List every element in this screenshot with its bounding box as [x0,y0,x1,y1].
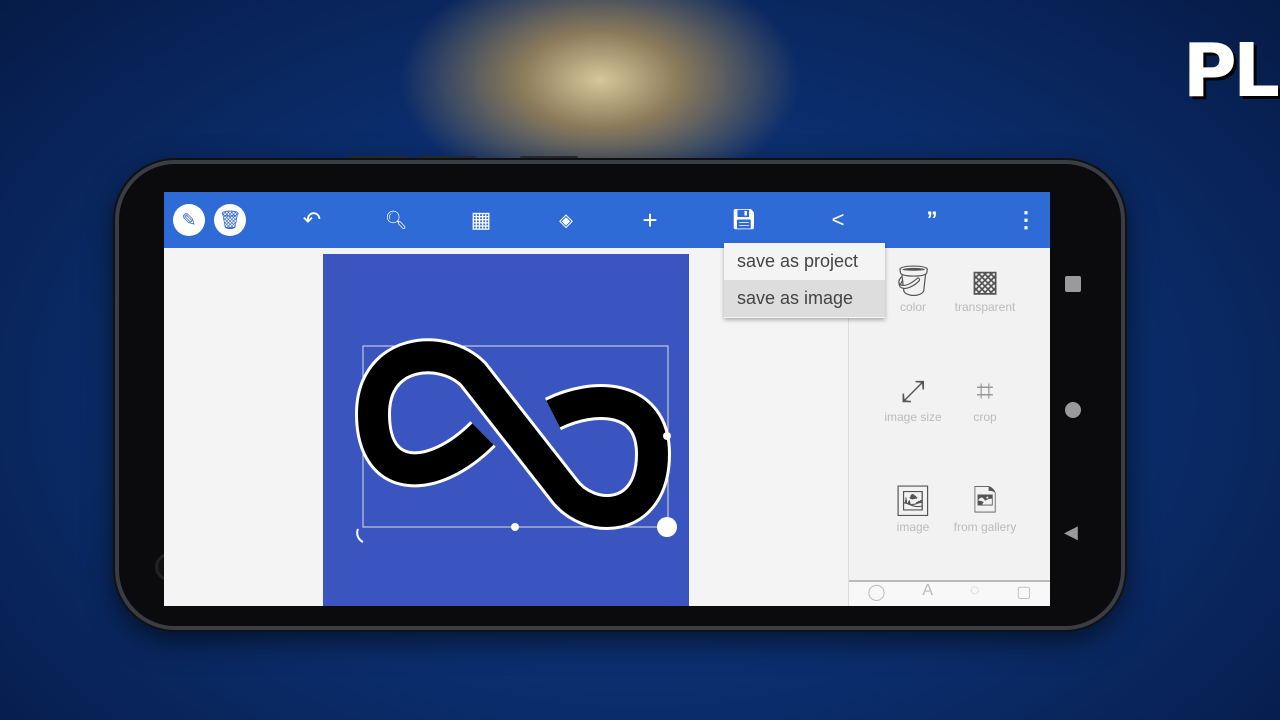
tool-image-size[interactable]: ⤢ image size [873,374,953,425]
grid-icon[interactable]: ▦ [465,204,497,236]
toolbar: ✎ 🗑 ↶ 🔍︎ ▦ ◈ + 💾︎ < ” ⋮ [164,192,1050,248]
crop-icon: ⌗ [976,375,994,408]
tool-from-gallery[interactable]: 🖻 from gallery [945,484,1025,535]
add-icon[interactable]: + [634,204,666,236]
infinity-logo-layer[interactable] [323,254,689,606]
undo-icon[interactable]: ↶ [296,204,328,236]
channel-logo: PL [1182,28,1280,114]
text-tab-icon[interactable]: A [922,582,933,606]
tool-crop[interactable]: ⌗ crop [945,374,1025,425]
save-as-image-item[interactable]: save as image [724,280,885,317]
paint-bucket-icon: 🪣︎ [893,265,933,298]
resize-handle [657,517,677,537]
pencil-icon[interactable]: ✎ [173,204,205,236]
layers-icon[interactable]: ◈ [550,204,582,236]
checkerboard-icon: ▩ [970,265,1000,298]
save-icon[interactable]: 💾︎ [728,204,760,236]
quote-icon[interactable]: ” [916,204,948,236]
back-nav-icon[interactable]: ◀ [1064,522,1078,543]
trash-icon[interactable]: 🗑 [214,204,246,236]
frame-tab-icon[interactable]: ◌ [970,582,980,606]
zoom-icon[interactable]: 🔍︎ [380,204,412,236]
app-screen: ✎ 🗑 ↶ 🔍︎ ▦ ◈ + 💾︎ < ” ⋮ 🪣︎ color ▩ transpa… [164,192,1050,606]
tool-transparent[interactable]: ▩ transparent [945,264,1025,315]
more-icon[interactable]: ⋮ [1010,204,1042,236]
panel-tabs: ◯ A ◌ ▢ [849,580,1050,606]
tool-image[interactable]: 🖼︎ image [873,484,953,535]
save-dropdown: save as project save as image [724,243,885,318]
image-icon: 🖼︎ [893,485,933,518]
tool-color[interactable]: 🪣︎ color [873,264,953,315]
home-nav-icon[interactable] [1065,402,1081,418]
drawing-canvas[interactable] [323,254,689,606]
resize-icon: ⤢ [901,375,925,408]
gallery-icon: 🖻 [972,485,998,518]
recents-nav-icon[interactable] [1065,276,1081,292]
shape-tab-icon[interactable]: ◯ [867,582,885,606]
save-as-project-item[interactable]: save as project [724,243,885,280]
layer-tab-icon[interactable]: ▢ [1016,582,1031,606]
share-icon[interactable]: < [822,204,854,236]
